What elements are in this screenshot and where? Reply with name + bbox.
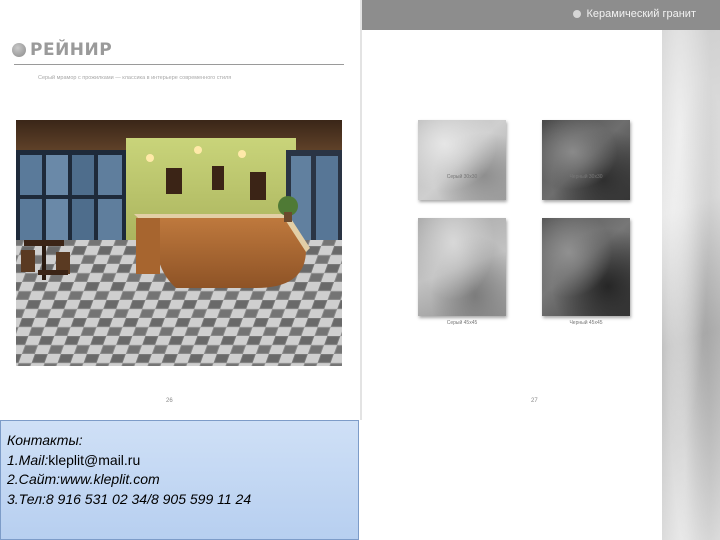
brand-title: РЕЙНИР — [30, 40, 113, 60]
brand-heading: РЕЙНИР — [12, 40, 112, 60]
contacts-phone-line: 3.Тел:8 916 531 02 34/8 905 599 11 24 — [7, 490, 252, 507]
contacts-site-line[interactable]: 2.Сайт:www.kleplit.com — [7, 470, 358, 490]
mail-prefix: 1.Mail: — [7, 451, 49, 468]
tile-sample-grey-small — [418, 120, 506, 200]
header-bullet-icon — [572, 10, 581, 18]
contacts-mail-line: 1.Mail:kleplit@mail.ru — [7, 451, 358, 471]
contacts-box: Контакты: 1.Mail:kleplit@mail.ru 2.Сайт:… — [0, 420, 359, 540]
interior-photo — [16, 120, 342, 366]
heading-divider — [14, 64, 344, 65]
header-title-group: Керамический гранит — [572, 8, 696, 20]
mail-address[interactable]: kleplit@mail.ru — [48, 452, 140, 468]
catalog-left-page: РЕЙНИР Серый мрамор с прожилками — класс… — [0, 0, 362, 420]
tile-label: Серый 45х45 — [446, 320, 478, 326]
tile-label: Черный 45х45 — [569, 320, 603, 326]
page-spine — [360, 0, 362, 420]
contacts-title: Контакты: — [7, 432, 83, 448]
tile-sample-black-small — [542, 120, 630, 200]
brand-bullet-icon — [12, 43, 26, 57]
tile-sample-grey-large — [418, 218, 506, 316]
tile-label: Серый 30х30 — [446, 174, 478, 180]
page-number-left: 26 — [166, 398, 173, 404]
collection-description: Серый мрамор с прожилками — классика в и… — [38, 75, 232, 81]
tile-sample-black-large — [542, 218, 630, 316]
tile-label: Черный 30х30 — [569, 174, 603, 180]
page-number-right: 27 — [531, 398, 538, 404]
marble-texture-strip — [662, 30, 720, 540]
header-title: Керамический гранит — [586, 8, 696, 20]
catalog-header-bar: Керамический гранит — [362, 0, 720, 30]
